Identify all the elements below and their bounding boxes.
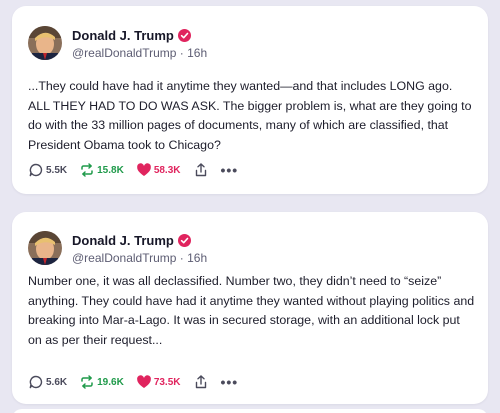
avatar[interactable] xyxy=(28,231,62,265)
next-post-card-edge xyxy=(12,409,488,413)
retruth-button[interactable]: 19.6K xyxy=(79,374,124,390)
post-text: Number one, it was all declassified. Num… xyxy=(28,274,475,347)
author-handle-time[interactable]: @realDonaldTrump · 16h xyxy=(72,251,207,265)
like-count: 73.5K xyxy=(153,376,181,388)
more-button[interactable]: ••• xyxy=(220,162,239,178)
retruth-count: 19.6K xyxy=(97,376,124,388)
like-button[interactable]: 58.3K xyxy=(136,162,181,178)
reply-count: 5.5K xyxy=(46,164,68,176)
post-text: ...They could have had it anytime they w… xyxy=(28,79,472,152)
post-actions: 5.6K 19.6K 73.5K ••• xyxy=(28,370,250,394)
heart-icon xyxy=(136,374,152,390)
reply-icon xyxy=(28,374,44,390)
more-icon: ••• xyxy=(220,162,239,178)
author-block: Donald J. Trump @realDonaldTrump · 16h xyxy=(72,231,207,266)
reply-button[interactable]: 5.5K xyxy=(28,162,67,178)
post-card[interactable]: Donald J. Trump @realDonaldTrump · 16h N… xyxy=(12,212,488,404)
post-header: Donald J. Trump @realDonaldTrump · 16h xyxy=(28,228,207,268)
feed: Donald J. Trump @realDonaldTrump · 16h .… xyxy=(0,0,500,413)
post-header: Donald J. Trump @realDonaldTrump · 16h xyxy=(28,23,207,63)
like-count: 58.3K xyxy=(153,164,181,176)
retruth-icon xyxy=(79,162,95,178)
share-icon xyxy=(193,374,209,390)
share-icon xyxy=(193,162,209,178)
verified-badge-icon xyxy=(177,28,191,42)
reply-button[interactable]: 5.6K xyxy=(28,374,67,390)
share-button[interactable] xyxy=(193,374,209,390)
retruth-icon xyxy=(79,374,95,390)
more-button[interactable]: ••• xyxy=(220,374,239,390)
verified-badge-icon xyxy=(177,233,191,247)
reply-count: 5.6K xyxy=(46,376,68,388)
retruth-count: 15.8K xyxy=(97,164,124,176)
post-actions: 5.5K 15.8K 58.3K ••• xyxy=(28,158,250,182)
reply-icon xyxy=(28,162,44,178)
heart-icon xyxy=(136,162,152,178)
retruth-button[interactable]: 15.8K xyxy=(79,162,124,178)
author-handle-time[interactable]: @realDonaldTrump · 16h xyxy=(72,46,207,60)
share-button[interactable] xyxy=(193,162,209,178)
author-name[interactable]: Donald J. Trump xyxy=(72,28,174,43)
like-button[interactable]: 73.5K xyxy=(136,374,181,390)
author-block: Donald J. Trump @realDonaldTrump · 16h xyxy=(72,26,207,61)
author-name[interactable]: Donald J. Trump xyxy=(72,233,174,248)
more-icon: ••• xyxy=(220,374,239,390)
avatar[interactable] xyxy=(28,26,62,60)
post-card[interactable]: Donald J. Trump @realDonaldTrump · 16h .… xyxy=(12,6,488,194)
